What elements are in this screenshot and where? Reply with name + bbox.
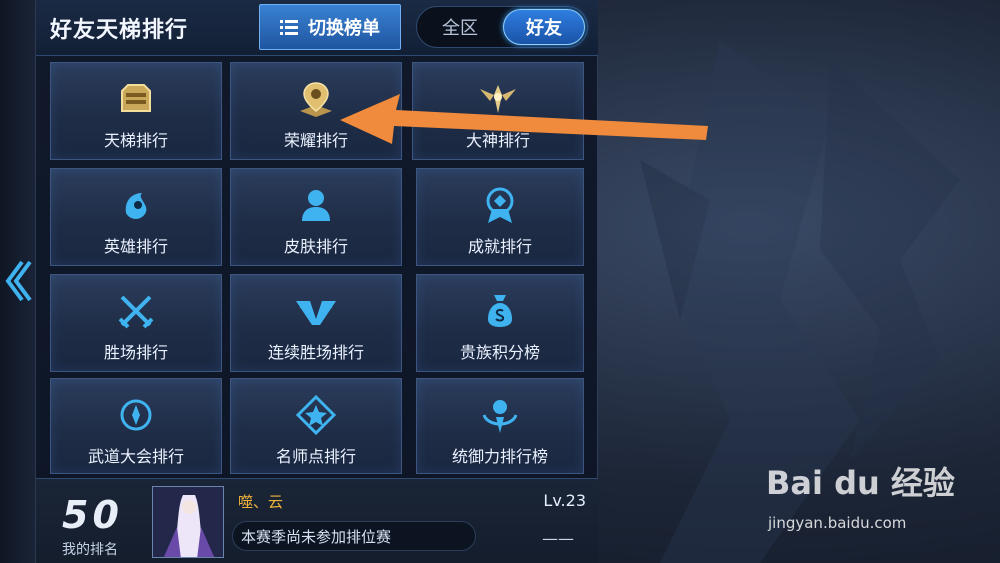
achievement-badge-icon	[486, 187, 514, 223]
category-win-streak[interactable]: 连续胜场排行	[230, 274, 402, 372]
user-silhouette-icon	[302, 190, 330, 221]
my-rank-label: 我的排名	[62, 542, 118, 558]
category-label: 武道大会排行	[87, 447, 184, 466]
header-bar: 好友天梯排行 切换榜单 全区 好友	[36, 0, 598, 56]
crossed-swords-icon	[118, 295, 154, 329]
category-label: 连续胜场排行	[267, 343, 364, 362]
switch-list-label: 切换榜单	[308, 18, 380, 39]
rank-score: ——	[542, 529, 574, 548]
player-level: Lv.23	[543, 491, 586, 510]
tab-all-region[interactable]: 全区	[419, 9, 501, 45]
location-pin-icon	[300, 82, 332, 117]
switch-list-button[interactable]: 切换榜单	[259, 4, 401, 50]
category-achievement[interactable]: 成就排行	[416, 168, 584, 266]
command-crest-icon	[482, 400, 518, 433]
compass-medal-icon	[120, 399, 152, 431]
category-ladder[interactable]: 天梯排行	[50, 62, 222, 160]
category-command-power[interactable]: 统御力排行榜	[416, 378, 584, 474]
page-title: 好友天梯排行	[50, 18, 189, 43]
list-icon	[280, 20, 298, 35]
annotation-arrow-icon	[340, 94, 708, 144]
back-icon[interactable]	[2, 258, 32, 304]
category-skin[interactable]: 皮肤排行	[230, 168, 402, 266]
tab-friends[interactable]: 好友	[503, 9, 585, 45]
my-rank-number: 50	[62, 493, 123, 537]
watermark-logo: Bai du 经验	[766, 464, 955, 502]
mentor-star-icon	[295, 394, 337, 436]
category-label: 贵族积分榜	[459, 343, 540, 362]
watermark-url: jingyan.baidu.com	[768, 514, 907, 532]
category-martial-tournament[interactable]: 武道大会排行	[50, 378, 222, 474]
money-bag-icon	[488, 295, 512, 327]
player-name: 噬、云	[238, 493, 284, 511]
category-label: 统御力排行榜	[451, 447, 548, 466]
category-wins[interactable]: 胜场排行	[50, 274, 222, 372]
category-hero[interactable]: 英雄排行	[50, 168, 222, 266]
category-label: 成就排行	[467, 237, 532, 256]
category-label: 天梯排行	[103, 131, 168, 150]
baidu-watermark: Bai du 经验 jingyan.baidu.com	[762, 452, 972, 548]
category-label: 皮肤排行	[283, 237, 348, 256]
season-status: 本赛季尚未参加排位赛	[232, 521, 476, 551]
category-label: 名师点排行	[275, 447, 356, 466]
category-noble-points[interactable]: 贵族积分榜	[416, 274, 584, 372]
category-mentor-points[interactable]: 名师点排行	[230, 378, 402, 474]
avatar[interactable]	[152, 486, 224, 558]
scope-toggle: 全区 好友	[416, 6, 588, 48]
category-label: 胜场排行	[103, 343, 168, 362]
wing-v-icon	[296, 301, 336, 325]
my-rank-bar: 50 我的排名 噬、云 Lv.23 本赛季尚未参加排位赛 ——	[36, 478, 598, 563]
category-label: 英雄排行	[103, 237, 168, 256]
ladder-crown-icon	[121, 84, 151, 112]
hero-helmet-icon	[125, 193, 147, 219]
